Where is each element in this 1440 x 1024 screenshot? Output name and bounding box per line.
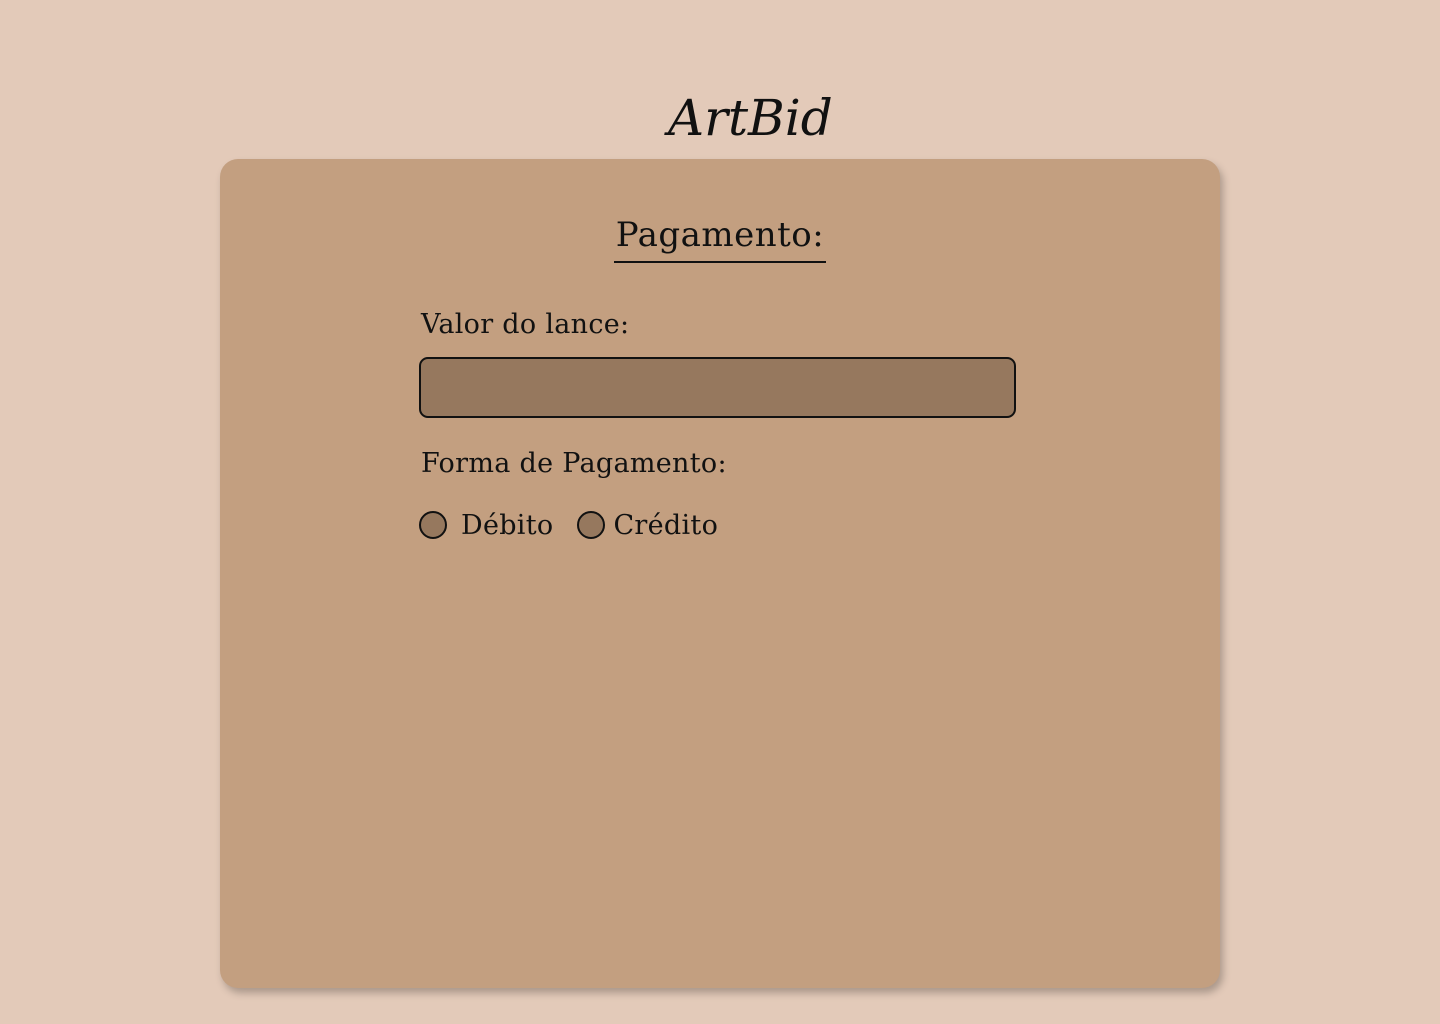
credit-radio[interactable] xyxy=(577,511,606,539)
svg-text:Bid: Bid xyxy=(747,89,833,147)
credit-label[interactable]: Crédito xyxy=(613,510,718,541)
artbid-logo[interactable]: Art Bid xyxy=(660,80,840,150)
debit-label[interactable]: Débito xyxy=(461,510,553,541)
svg-text:Art: Art xyxy=(664,89,749,147)
bid-value-input[interactable] xyxy=(419,357,1016,418)
credit-option[interactable]: Crédito xyxy=(577,510,718,541)
payment-title: Pagamento: xyxy=(613,211,827,263)
debit-radio[interactable] xyxy=(419,511,447,539)
artbid-logo-mark: Art Bid xyxy=(664,89,833,147)
debit-option[interactable]: Débito xyxy=(419,510,553,541)
payment-method-label: Forma de Pagamento: xyxy=(421,448,727,479)
payment-method-options: Débito Crédito xyxy=(419,507,718,543)
payment-card: Pagamento: Valor do lance: Forma de Paga… xyxy=(220,159,1220,988)
bid-value-label: Valor do lance: xyxy=(421,309,630,340)
payment-title-container: Pagamento: xyxy=(220,211,1220,263)
